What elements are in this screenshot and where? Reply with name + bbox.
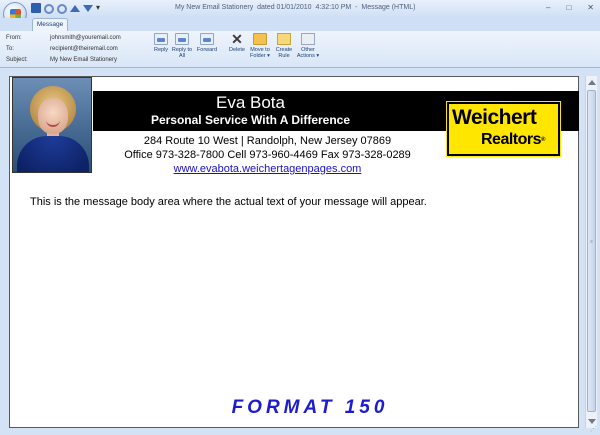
previous-item-icon[interactable] [70, 5, 80, 12]
ribbon: From: johnsmith@youremail.com To: recipi… [0, 31, 600, 68]
message-header-fields: From: johnsmith@youremail.com To: recipi… [6, 33, 121, 66]
next-item-icon[interactable] [83, 5, 93, 12]
delete-icon: ✕ [231, 31, 243, 47]
agent-photo [12, 77, 92, 173]
agent-phone-numbers: Office 973-328-7800 Cell 973-960-4469 Fa… [124, 149, 411, 161]
other-actions-button[interactable]: Other Actions ▾ [295, 33, 321, 59]
create-rule-label: Create Rule [275, 47, 293, 59]
ribbon-tab-row: Message [0, 18, 600, 31]
create-rule-button[interactable]: Create Rule [271, 33, 297, 59]
move-to-folder-label: Move to Folder ▾ [250, 47, 270, 59]
other-actions-icon [301, 33, 315, 45]
format-label: FORMAT 150 [231, 397, 389, 418]
agent-name: Eva Bota [216, 93, 285, 112]
reply-label: Reply [153, 47, 169, 53]
maximize-button[interactable]: □ [566, 3, 571, 12]
folder-icon [253, 33, 267, 45]
other-actions-label: Other Actions ▾ [296, 47, 320, 59]
logo-text-realtors: Realtors® [481, 131, 545, 149]
reply-icon [154, 33, 168, 45]
customize-icon[interactable]: ▾ [96, 3, 106, 13]
scroll-thumb[interactable]: ≡ [587, 90, 596, 412]
header-row-to: To: recipient@theiremail.com [6, 44, 121, 55]
resize-grip-icon[interactable]: ⋰ [590, 425, 597, 433]
window-title: My New Email Stationery dated 01/01/2010… [175, 4, 416, 11]
title-bar: ▾ My New Email Stationery dated 01/01/20… [0, 0, 600, 26]
to-value: recipient@theiremail.com [50, 46, 118, 52]
weichert-realtors-logo: Weichert Realtors® [447, 102, 560, 156]
photo-face [38, 98, 68, 134]
forward-icon [200, 33, 214, 45]
undo-icon[interactable] [44, 4, 54, 14]
to-label: To: [6, 46, 15, 52]
forward-button[interactable]: Forward [194, 33, 220, 53]
scroll-up-icon[interactable] [588, 80, 596, 85]
scroll-down-icon[interactable] [588, 419, 596, 424]
subject-label: Subject: [6, 57, 28, 63]
agent-tagline: Personal Service With A Difference [150, 113, 351, 127]
reply-all-icon [175, 33, 189, 45]
move-to-folder-button[interactable]: Move to Folder ▾ [247, 33, 273, 59]
vertical-scrollbar[interactable]: ≡ [585, 76, 597, 428]
reply-all-label: Reply to All [171, 47, 193, 59]
message-body-text[interactable]: This is the message body area where the … [30, 196, 427, 209]
delete-label: Delete [229, 47, 245, 53]
header-row-from: From: johnsmith@youremail.com [6, 33, 121, 44]
registered-mark-icon: ® [541, 137, 545, 143]
agent-website-link[interactable]: www.evabota.weichertagenpages.com [100, 163, 435, 176]
reply-all-button[interactable]: Reply to All [170, 33, 194, 59]
tab-message[interactable]: Message [32, 18, 68, 31]
save-icon[interactable] [31, 3, 41, 13]
create-rule-icon [277, 33, 291, 45]
quick-access-toolbar: ▾ [31, 3, 106, 15]
logo-text-realtors-word: Realtors [481, 131, 542, 148]
forward-label: Forward [196, 47, 218, 53]
minimize-button[interactable]: – [546, 3, 550, 12]
scroll-grip-icon: ≡ [590, 239, 593, 245]
redo-icon[interactable] [57, 4, 67, 14]
window-controls: – □ ✕ [546, 3, 594, 12]
header-row-subject: Subject: My New Email Stationery [6, 55, 121, 66]
from-value: johnsmith@youremail.com [50, 35, 121, 41]
logo-text-weichert: Weichert [452, 106, 537, 129]
close-button[interactable]: ✕ [587, 3, 594, 12]
subject-value: My New Email Stationery [50, 57, 118, 63]
agent-address: 284 Route 10 West | Randolph, New Jersey… [143, 135, 392, 147]
from-label: From: [6, 35, 22, 41]
